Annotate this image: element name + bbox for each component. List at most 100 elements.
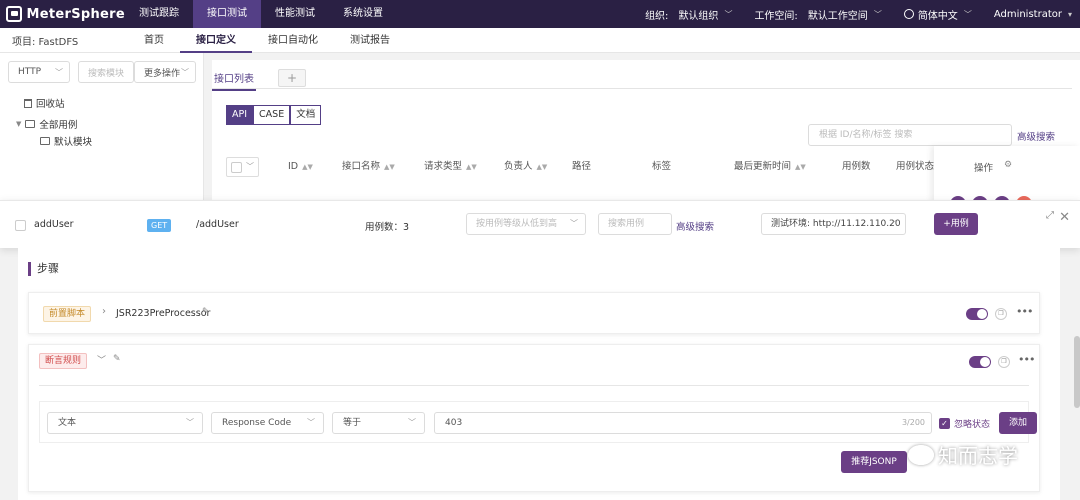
project-selector[interactable]: 项目: FastDFS bbox=[0, 33, 128, 48]
case-search-input[interactable]: 搜索用例 bbox=[598, 213, 672, 235]
sort-icon: ▲▼ bbox=[536, 163, 548, 171]
nav-api-test[interactable]: 接口测试 bbox=[193, 0, 261, 28]
brand-logo[interactable]: MeterSphere bbox=[0, 6, 125, 22]
rule-value-input[interactable]: 403 3/200 bbox=[434, 412, 932, 434]
mode-api-button[interactable]: API bbox=[226, 105, 254, 125]
caret-down-icon: ▼ bbox=[16, 120, 22, 128]
protocol-value: HTTP bbox=[18, 67, 42, 77]
assertion-toggle[interactable] bbox=[969, 356, 991, 368]
col-id[interactable]: ID ▲▼ bbox=[288, 156, 313, 178]
recommend-jsonpath-button[interactable]: 推荐JSONP bbox=[841, 451, 907, 473]
case-sort-select[interactable]: 按用例等级从低到高 ﹀ bbox=[466, 213, 586, 235]
gear-icon[interactable]: ⚙ bbox=[1004, 160, 1012, 170]
edit-icon[interactable]: ✎ bbox=[202, 307, 210, 317]
steps-area: 步骤 前置脚本 › JSR223PreProcessor ✎ ❐ ••• 断言规… bbox=[18, 248, 1060, 500]
chevron-down-icon: ﹀ bbox=[307, 418, 315, 427]
workspace-value: 默认工作空间 bbox=[807, 10, 868, 22]
more-icon[interactable]: ••• bbox=[1018, 353, 1035, 366]
user-menu[interactable]: Administrator ▾ bbox=[994, 9, 1072, 20]
workspace-switcher[interactable]: 工作空间: 默认工作空间 ﹀ bbox=[754, 7, 881, 22]
org-switcher[interactable]: 组织: 默认组织 ﹀ bbox=[645, 7, 732, 22]
rule-type-select[interactable]: 文本 ﹀ bbox=[47, 412, 203, 434]
close-icon[interactable]: ✕ bbox=[1059, 210, 1070, 225]
tab-divider bbox=[212, 88, 1072, 89]
chevron-down-icon[interactable]: ﹀ bbox=[97, 353, 106, 366]
ignore-status-label: 忽略状态 bbox=[954, 420, 991, 430]
subnav-api-definition[interactable]: 接口定义 bbox=[180, 28, 252, 53]
case-advanced-search-link[interactable]: 高级搜索 bbox=[676, 219, 714, 233]
assertion-rule-row: 文本 ﹀ Response Code ﹀ 等于 ﹀ 403 3/200 ✓ 忽略… bbox=[39, 401, 1037, 443]
col-api-name[interactable]: 接口名称 ▲▼ bbox=[342, 156, 395, 178]
module-search-input[interactable]: 搜索模块 bbox=[78, 61, 134, 83]
add-case-button[interactable]: +用例 bbox=[934, 213, 978, 235]
protocol-select[interactable]: HTTP ﹀ bbox=[8, 61, 70, 83]
mode-case-button[interactable]: CASE bbox=[253, 105, 291, 125]
col-path: 路径 bbox=[572, 161, 592, 172]
case-count: 用例数：3 bbox=[365, 222, 410, 233]
api-list-panel: 接口列表 + API CASE 文档 根据 ID/名称/标签 搜索 高级搜索 ﹀… bbox=[212, 60, 1080, 212]
environment-select[interactable]: 测试环境: http://11.12.110.20 ﹀ bbox=[761, 213, 906, 235]
tree-default-module[interactable]: 默认模块 bbox=[40, 134, 92, 148]
environment-value: 测试环境: http://11.12.110.20 bbox=[771, 219, 901, 229]
col-case-count: 用例数 bbox=[842, 161, 871, 172]
more-ops-label: 更多操作 bbox=[144, 68, 181, 79]
folder-icon bbox=[40, 137, 50, 145]
edit-icon[interactable]: ✎ bbox=[113, 354, 121, 364]
more-ops-select[interactable]: 更多操作 ﹀ bbox=[134, 61, 196, 83]
tree-recycle-bin[interactable]: 回收站 bbox=[24, 96, 65, 110]
nav-system-settings[interactable]: 系统设置 bbox=[329, 0, 397, 28]
sort-icon: ▲▼ bbox=[795, 163, 806, 171]
add-rule-button[interactable]: 添加 bbox=[999, 412, 1037, 434]
watermark-text: 知而志学 bbox=[938, 444, 1018, 468]
sort-icon: ▲▼ bbox=[302, 163, 313, 171]
api-name: addUser bbox=[34, 219, 74, 230]
subnav-api-automation[interactable]: 接口自动化 bbox=[252, 28, 334, 53]
module-tree-panel: HTTP ﹀ 搜索模块 更多操作 ﹀ 回收站 ▼ 全部用例 默认模块 bbox=[0, 53, 204, 203]
select-all-dropdown[interactable]: ﹀ bbox=[226, 157, 259, 177]
api-row-checkbox[interactable] bbox=[15, 220, 26, 231]
case-sort-placeholder: 按用例等级从低到高 bbox=[476, 219, 558, 229]
default-module-label: 默认模块 bbox=[54, 137, 93, 148]
rule-operator-select[interactable]: 等于 ﹀ bbox=[332, 412, 425, 434]
pre-script-toggle[interactable] bbox=[966, 308, 988, 320]
sub-nav-bar: 项目: FastDFS 首页 接口定义 接口自动化 测试报告 bbox=[0, 28, 1080, 53]
col-request-type[interactable]: 请求类型 ▲▼ bbox=[424, 156, 477, 178]
advanced-search-link[interactable]: 高级搜索 bbox=[1017, 129, 1055, 143]
rule-type-value: 文本 bbox=[58, 418, 77, 428]
add-tab-button[interactable]: + bbox=[278, 69, 306, 87]
api-path: /addUser bbox=[196, 219, 239, 230]
more-icon[interactable]: ••• bbox=[1016, 305, 1033, 318]
ignore-status-checkbox[interactable]: ✓ bbox=[939, 418, 950, 429]
select-all-checkbox[interactable] bbox=[231, 161, 242, 173]
expand-icon[interactable]: ⤢ bbox=[1046, 210, 1054, 221]
globe-icon bbox=[903, 9, 914, 19]
mode-doc-button[interactable]: 文档 bbox=[290, 105, 322, 125]
folder-icon bbox=[25, 120, 36, 128]
subnav-home[interactable]: 首页 bbox=[128, 28, 180, 53]
api-case-drawer-header: addUser GET /addUser 用例数：3 按用例等级从低到高 ﹀ 搜… bbox=[0, 200, 1080, 248]
chevron-down-icon: ﹀ bbox=[408, 418, 416, 427]
col-tags: 标签 bbox=[652, 161, 672, 172]
tree-all-cases[interactable]: ▼ 全部用例 bbox=[16, 117, 77, 131]
api-search-input[interactable]: 根据 ID/名称/标签 搜索 bbox=[808, 124, 1012, 146]
scrollbar[interactable] bbox=[1074, 336, 1080, 408]
assertion-divider bbox=[39, 385, 1029, 386]
copy-icon[interactable]: ❐ bbox=[995, 308, 1007, 320]
user-name: Administrator bbox=[993, 8, 1062, 20]
nav-test-track[interactable]: 测试跟踪 bbox=[125, 0, 193, 28]
subnav-test-report[interactable]: 测试报告 bbox=[334, 28, 406, 53]
chevron-right-icon[interactable]: › bbox=[102, 306, 106, 317]
pre-script-card: 前置脚本 › JSR223PreProcessor ✎ ❐ ••• bbox=[28, 292, 1040, 334]
language-switcher[interactable]: 简体中文 ﹀ bbox=[903, 7, 972, 22]
rule-field-select[interactable]: Response Code ﹀ bbox=[211, 412, 324, 434]
method-badge: GET bbox=[147, 219, 172, 232]
copy-icon[interactable]: ❐ bbox=[998, 356, 1010, 368]
pre-script-name: JSR223PreProcessor bbox=[116, 308, 211, 319]
language-value: 简体中文 bbox=[917, 10, 958, 22]
chevron-down-icon: ﹀ bbox=[873, 9, 882, 19]
col-owner[interactable]: 负责人 ▲▼ bbox=[504, 156, 547, 178]
rule-char-count: 3/200 bbox=[901, 418, 925, 427]
ops-column: 操作 ⚙ bbox=[934, 146, 1080, 212]
nav-performance-test[interactable]: 性能测试 bbox=[261, 0, 329, 28]
col-last-updated[interactable]: 最后更新时间 ▲▼ bbox=[734, 156, 806, 178]
